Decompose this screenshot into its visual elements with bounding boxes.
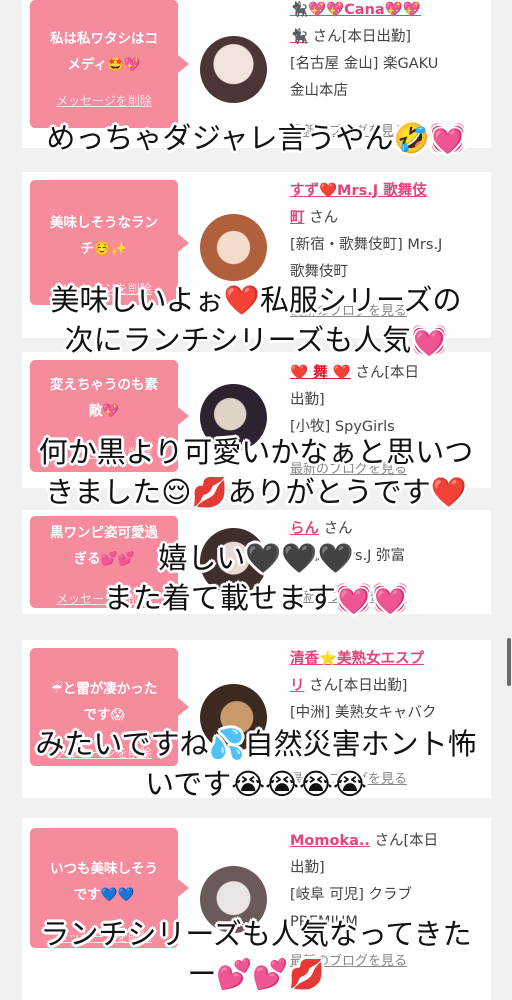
status-text-cont: 出勤]	[290, 860, 325, 876]
message-text: 変えちゃうのも素 敵💖	[50, 377, 158, 419]
profile-name-cont[interactable]: 🐈‍⬛	[290, 29, 308, 45]
profile-info: 🐈‍⬛💖💖Cana💖💖 🐈‍⬛ さん[本日出勤] [名古屋 金山] 楽GAKU …	[290, 0, 485, 105]
status-text: さん[本日出勤]	[312, 29, 411, 45]
shop-line: [新宿・歌舞伎町] Mrs.J	[290, 237, 443, 253]
profile-name[interactable]: 🐈‍⬛💖💖Cana💖💖	[290, 2, 421, 18]
delete-message-link[interactable]: メッセージを削除	[30, 92, 178, 109]
shop-line: [岐阜 可児] クラブ	[290, 887, 413, 903]
profile-name[interactable]: Momoka..	[290, 833, 370, 849]
profile-name[interactable]: らん	[290, 521, 319, 537]
shop-line: [名古屋 金山] 楽GAKU	[290, 56, 439, 72]
scrollbar-thumb[interactable]	[507, 638, 511, 686]
profile-name-cont[interactable]: リ	[290, 678, 305, 694]
profile-name-cont[interactable]: 町	[290, 210, 305, 226]
caption-overlay-1: めっちゃダジャレ言うやん🤣💓	[46, 121, 466, 155]
status-text: さん[本日	[374, 833, 439, 849]
status-text: さん	[323, 521, 353, 537]
caption-overlay-6: ランチシリーズも人気なってきた ー💕💕💋	[40, 917, 472, 991]
shop-line: 金山本店	[290, 83, 348, 99]
message-text: いつも美味しそう です💙💙	[50, 861, 158, 903]
status-text: さん[本日	[355, 365, 419, 381]
caption-overlay-2: 美味しいよぉ❤️私服シリーズの 次にランチシリーズも人気💓	[50, 283, 462, 357]
caption-overlay-3: 何か黒より可愛いかなぁと思いつ きました😌💋ありがとうです❤️	[38, 435, 474, 509]
message-bubble: 私は私ワタシはコ メディ🤩💖 メッセージを削除	[30, 0, 189, 128]
caption-overlay-4: 嬉しい🖤🖤🖤 また着て載せます💓💓	[103, 541, 409, 615]
caption-overlay-5: みたいですね💦自然災害ホント怖 いです😭😭😭😭	[35, 727, 477, 801]
status-text: さん[本日出勤]	[309, 678, 408, 694]
message-text: 美味しそうなラン チ☺️✨	[50, 215, 158, 257]
message-text: ☔と雷が凄かった です😱	[50, 681, 158, 723]
status-text-cont: 出勤]	[290, 392, 325, 408]
message-text: 私は私ワタシはコ メディ🤩💖	[50, 31, 158, 73]
profile-name[interactable]: 清香⭐美熟女エスプ	[290, 651, 424, 667]
status-text: さん	[309, 210, 339, 226]
profile-name[interactable]: すず❤️Mrs.J 歌舞伎	[290, 183, 427, 199]
shop-line: 歌舞伎町	[290, 264, 348, 280]
avatar[interactable]	[200, 36, 267, 103]
profile-info: すず❤️Mrs.J 歌舞伎 町 さん [新宿・歌舞伎町] Mrs.J 歌舞伎町	[290, 178, 485, 286]
profile-info: ❤️ 舞 ❤️ さん[本日 出勤] [小牧] SpyGirls	[290, 360, 485, 441]
shop-line: [中洲] 美熟女キャバク	[290, 705, 437, 721]
profile-name[interactable]: ❤️ 舞 ❤️	[290, 365, 351, 381]
avatar[interactable]	[200, 214, 267, 281]
